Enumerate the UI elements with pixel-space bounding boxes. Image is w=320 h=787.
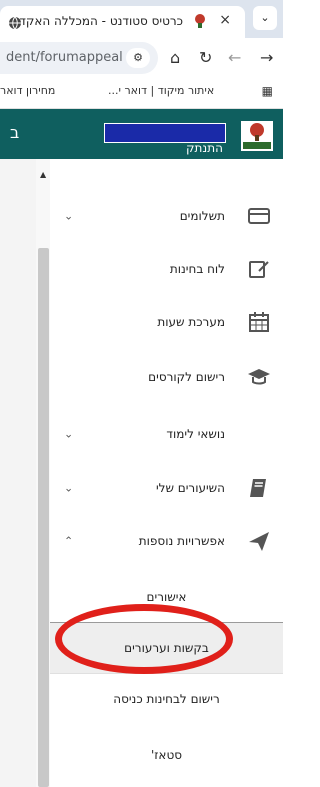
apps-grid-icon[interactable]: ▦ [262,84,273,98]
menu-item-exam-schedule[interactable]: לוח בחינות [50,241,283,296]
url-field[interactable]: dent/forumappeal ⚙ [0,42,158,74]
home-icon[interactable]: ⌂ [170,48,180,67]
submenu-item-internship[interactable]: סטאז' [50,730,283,780]
chevron-down-icon[interactable]: ⌄ [64,427,73,440]
browser-tab[interactable]: כרטיס סטודנט - המכללה האקד × [0,6,245,38]
credit-card-icon [248,207,270,224]
book-icon [250,478,266,497]
send-icon [249,531,269,551]
forward-icon[interactable]: → [260,48,273,67]
left-panel [0,159,36,787]
submenu-item-label: רישום לבחינות כניסה [113,692,220,706]
calendar-icon [249,311,269,332]
menu-item-label: תשלומים [179,208,225,223]
tab-title: כרטיס סטודנט - המכללה האקד [19,14,183,28]
highlight-circle-annotation [55,604,233,674]
chevron-down-icon[interactable]: ⌄ [64,209,73,222]
user-name-redacted [104,123,226,143]
menu-item-label: רישום לקורסים [148,369,225,384]
menu-item-payments[interactable]: תשלומים ⌄ [50,188,283,243]
back-icon[interactable]: ← [228,48,241,67]
menu-item-label: השיעורים שלי [155,480,225,495]
submenu-item-label: אישורים [146,590,187,604]
logo-tree-icon [243,123,271,149]
bookmark-item[interactable]: איתור מיקוד | דואר י... [108,84,214,97]
edit-icon [249,260,269,278]
logout-link[interactable]: התנתק [186,141,223,155]
site-favicon-icon [195,14,205,28]
browser-tab-bar: כרטיס סטודנט - המכללה האקד × ⌄ [0,0,283,38]
menu-item-timetable[interactable]: מערכת שעות [50,294,283,349]
bookmarks-bar: איתור מיקוד | דואר י... מחירון דואר ▦ [0,78,283,109]
graduation-cap-icon [248,368,270,384]
chevron-up-icon[interactable]: ⌃ [64,534,73,547]
submenu-item-label: סטאז' [150,748,183,762]
url-text: dent/forumappeal [6,50,123,65]
scroll-up-arrow-icon[interactable]: ▲ [40,170,46,179]
bookmark-item[interactable]: מחירון דואר [0,84,55,97]
submenu-item-entrance-exam-registration[interactable]: רישום לבחינות כניסה [50,674,283,724]
menu-item-my-lessons[interactable]: השיעורים שלי ⌄ [50,460,283,515]
menu-item-label: נושאי לימוד [166,426,225,441]
college-logo [241,121,273,151]
address-bar-row: dent/forumappeal ⚙ ⌂ ↻ ← → [0,38,283,78]
menu-item-label: לוח בחינות [169,261,225,276]
menu-item-label: מערכת שעות [157,314,225,329]
header-left-text: ב [10,123,20,142]
menu-item-study-topics[interactable]: נושאי לימוד ⌄ [50,406,283,461]
chevron-down-icon[interactable]: ⌄ [64,481,73,494]
site-header: ב התנתק [0,109,283,159]
scrollbar-thumb[interactable] [38,248,49,787]
menu-item-course-registration[interactable]: רישום לקורסים [50,349,283,404]
tab-search-chevron-down-icon[interactable]: ⌄ [253,6,277,30]
site-settings-icon[interactable]: ⚙ [126,48,150,68]
menu-item-more-options[interactable]: אפשרויות נוספות ⌃ [50,513,283,568]
menu-item-label: אפשרויות נוספות [138,533,225,548]
reload-icon[interactable]: ↻ [199,48,212,67]
close-tab-icon[interactable]: × [219,12,231,28]
